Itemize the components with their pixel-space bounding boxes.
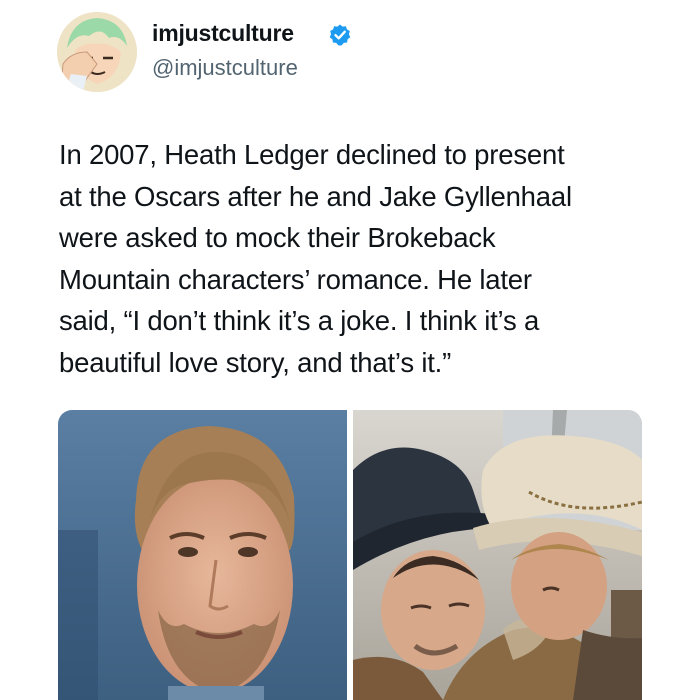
media-photo-2[interactable] xyxy=(353,410,642,700)
tweet-text: In 2007, Heath Ledger declined to presen… xyxy=(59,139,572,378)
film-still-photo xyxy=(353,410,642,700)
account-handle[interactable]: @imjustculture xyxy=(152,55,298,81)
profile-avatar[interactable] xyxy=(57,12,137,92)
tweet-card: imjustculture @imjustculture In 2007, He… xyxy=(0,0,700,700)
media-photo-1[interactable] xyxy=(58,410,347,700)
portrait-photo xyxy=(58,410,347,700)
tweet-media[interactable] xyxy=(58,410,642,700)
verified-badge-icon xyxy=(329,24,351,46)
avatar-image xyxy=(57,12,137,92)
display-name[interactable]: imjustculture xyxy=(152,20,294,47)
